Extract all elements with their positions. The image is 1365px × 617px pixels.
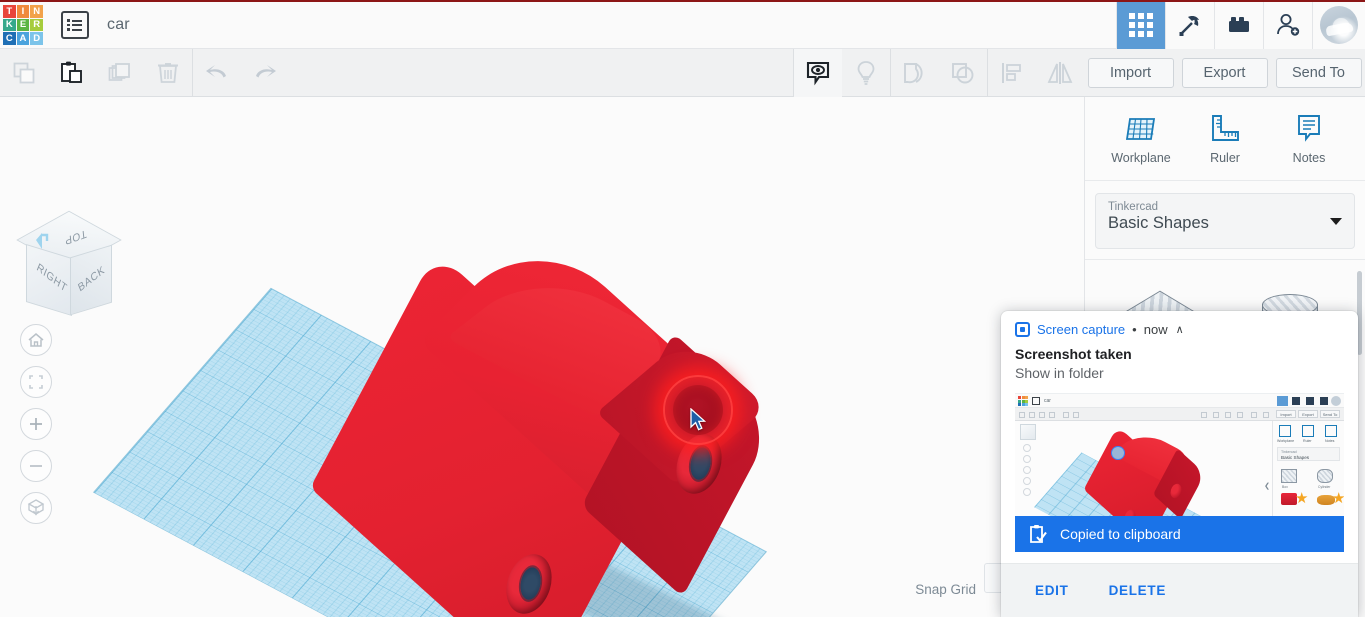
header-actions: Import Export Send To — [1084, 49, 1365, 97]
panel-tools: Workplane Ruler Notes — [1085, 97, 1365, 181]
import-button[interactable]: Import — [1087, 57, 1174, 88]
delete-icon[interactable] — [144, 49, 192, 97]
page-title[interactable]: car — [107, 16, 130, 34]
logo-tile-d: D — [30, 32, 43, 45]
logo-tile-t: T — [3, 5, 16, 18]
show-hide-icon[interactable] — [794, 48, 842, 97]
workplane-tool-label: Workplane — [1111, 150, 1171, 165]
tinkercad-app-window: T I N K E R C A D car Import Export Send… — [0, 0, 1365, 617]
logo-tile-r: R — [30, 18, 43, 32]
group-icon[interactable] — [891, 49, 939, 97]
screenshot-thumbnail[interactable]: car Import Export Send To Workplane Rule… — [1015, 393, 1344, 523]
snap-grid-bar: Snap Grid — [0, 561, 1084, 617]
header-right-group — [1116, 1, 1365, 49]
ruler-tool[interactable]: Ruler — [1185, 113, 1265, 165]
zoom-out-button[interactable] — [20, 450, 52, 482]
shape-library-dropdown[interactable]: Tinkercad Basic Shapes — [1095, 193, 1355, 249]
copy-icon[interactable] — [0, 49, 48, 97]
thumbnail-shape-box: Box — [1282, 485, 1288, 489]
chevron-down-icon[interactable] — [1330, 218, 1342, 225]
lego-brick-icon[interactable] — [1214, 1, 1263, 49]
mirror-icon[interactable] — [1036, 49, 1084, 97]
thumbnail-tool-notes: Notes — [1325, 439, 1335, 443]
screenshot-notification[interactable]: Screen capture • now ∧ Screenshot taken … — [1001, 311, 1358, 617]
view-cube[interactable]: TOP RIGHT BACK — [16, 209, 122, 317]
thumbnail-mini-ui: car Import Export Send To Workplane Rule… — [1015, 394, 1344, 523]
notification-header: Screen capture • now ∧ — [1001, 311, 1358, 337]
clipboard-check-icon — [1030, 524, 1047, 543]
thumbnail-tool-ruler: Ruler — [1303, 439, 1312, 443]
clipboard-banner: Copied to clipboard — [1015, 516, 1344, 552]
apps-grid-icon[interactable] — [1116, 1, 1165, 49]
snap-grid-label: Snap Grid — [915, 581, 976, 597]
list-icon[interactable] — [61, 11, 89, 39]
clipboard-banner-text: Copied to clipboard — [1060, 526, 1181, 542]
screen-capture-icon — [1015, 322, 1030, 337]
light-bulb-icon[interactable] — [842, 49, 890, 97]
logo-tile-n: N — [30, 5, 43, 18]
ortho-perspective-button[interactable] — [20, 492, 52, 524]
toolbar-edit-group — [0, 49, 192, 97]
add-person-icon[interactable] — [1263, 1, 1312, 49]
thumbnail-tool-workplane: Workplane — [1277, 439, 1295, 443]
home-view-button[interactable] — [20, 324, 52, 356]
toolbar-view-group — [794, 48, 890, 97]
logo-tile-a: A — [16, 32, 30, 45]
notes-tool-label: Notes — [1292, 150, 1326, 165]
view-cube-rotate-arrow[interactable] — [34, 231, 50, 253]
notification-actions: EDIT DELETE — [1001, 563, 1358, 617]
notes-icon — [1298, 114, 1320, 142]
library-value-label: Basic Shapes — [1108, 214, 1209, 232]
paste-icon[interactable] — [48, 49, 96, 97]
notification-title: Screenshot taken — [1015, 346, 1132, 362]
avatar[interactable] — [1312, 1, 1365, 49]
logo-tile-c: C — [3, 32, 16, 45]
fit-view-button[interactable] — [20, 366, 52, 398]
toolbar-history-group — [193, 49, 289, 97]
mouse-cursor — [690, 408, 706, 431]
ruler-icon — [1212, 114, 1239, 141]
notes-tool[interactable]: Notes — [1269, 113, 1349, 165]
logo-tile-k: K — [3, 18, 16, 32]
workplane-tool[interactable]: Workplane — [1101, 113, 1181, 165]
thumbnail-title: car — [1044, 398, 1051, 404]
thumbnail-import: Import — [1276, 410, 1296, 418]
logo-tile-e: E — [16, 18, 30, 32]
tinkercad-logo[interactable]: T I N K E R C A D — [2, 4, 44, 46]
zoom-in-button[interactable] — [20, 408, 52, 440]
ruler-tool-label: Ruler — [1210, 150, 1240, 165]
redo-icon[interactable] — [241, 49, 289, 97]
app-header: T I N K E R C A D car — [0, 1, 1365, 49]
3d-canvas[interactable]: TOP RIGHT BACK Snap Grid — [0, 97, 1084, 617]
wheel-hub — [690, 444, 711, 483]
thumbnail-export: Export — [1298, 410, 1318, 418]
thumbnail-library-value: Basic Shapes — [1281, 455, 1310, 460]
send-to-button[interactable]: Send To — [1275, 57, 1362, 88]
edit-toolbar — [0, 48, 1084, 97]
view-nav-buttons — [20, 324, 52, 524]
duplicate-icon[interactable] — [96, 49, 144, 97]
export-button[interactable]: Export — [1181, 57, 1268, 88]
ungroup-icon[interactable] — [939, 49, 987, 97]
notification-separator: • — [1132, 322, 1137, 337]
show-in-folder-link[interactable]: Show in folder — [1001, 362, 1358, 381]
workplane-grid-icon — [1125, 117, 1156, 140]
delete-button[interactable]: DELETE — [1097, 575, 1178, 606]
notification-source: Screen capture — [1037, 322, 1126, 337]
notification-time: now — [1143, 322, 1168, 337]
align-icon[interactable] — [988, 49, 1036, 97]
pickaxe-icon[interactable] — [1165, 1, 1214, 49]
toolbar-group-ungroup — [891, 49, 987, 97]
undo-icon[interactable] — [193, 49, 241, 97]
thumbnail-sendto: Send To — [1320, 410, 1340, 418]
logo-tile-i: I — [16, 5, 30, 18]
chevron-up-icon[interactable]: ∧ — [1176, 323, 1184, 336]
edit-button[interactable]: EDIT — [1023, 575, 1081, 606]
library-group-label: Tinkercad — [1108, 201, 1159, 213]
thumbnail-shape-cylinder: Cylinder — [1318, 485, 1331, 489]
toolbar-align-mirror — [988, 49, 1084, 97]
